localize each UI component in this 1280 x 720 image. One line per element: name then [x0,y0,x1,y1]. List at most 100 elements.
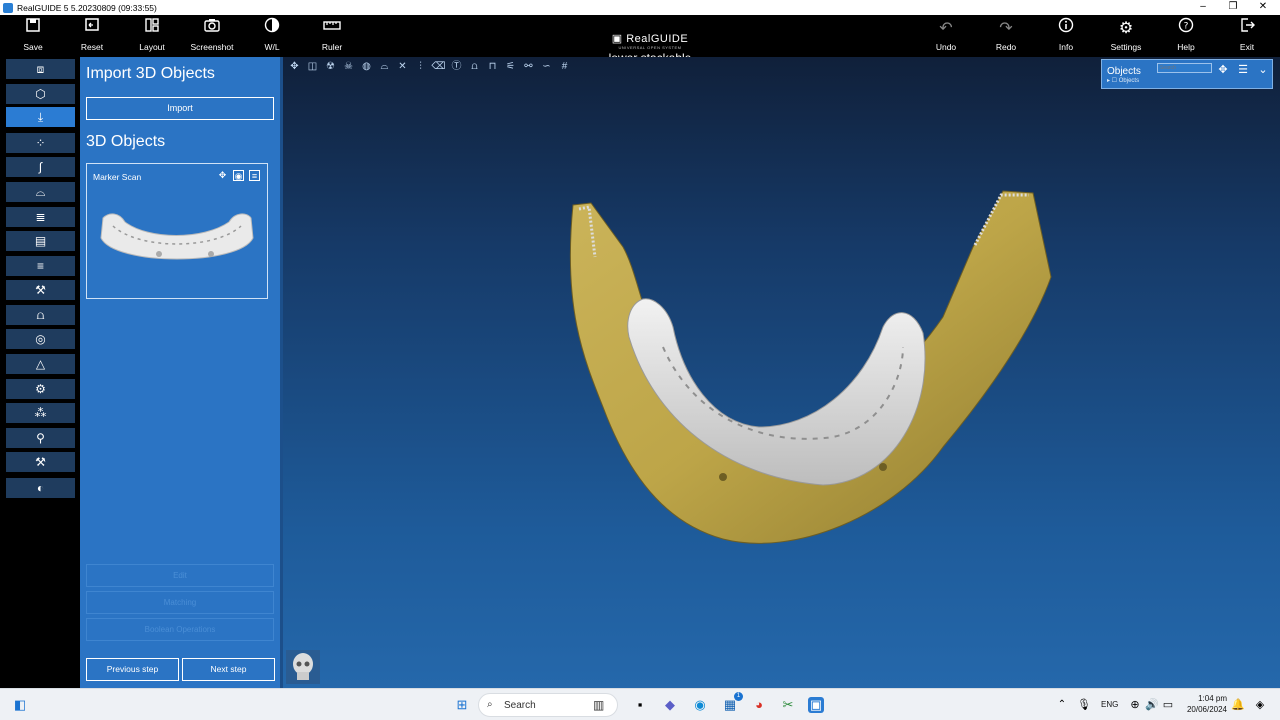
import-button[interactable]: Import [86,97,274,120]
arch-icon[interactable]: ⁘ [6,133,75,153]
matching-button[interactable]: Matching [86,591,274,614]
teeth-icon[interactable]: ◎ [6,329,75,349]
objects-heading: 3D Objects [86,133,166,150]
microphone-icon[interactable]: 🎙 [1076,697,1092,713]
chrome-icon[interactable]: ◕ [751,697,767,713]
implant-view-icon[interactable]: ⫶ [413,60,428,74]
save-button[interactable]: Save [3,15,63,57]
boolean-operations-button[interactable]: Boolean Operations [86,618,274,641]
sleeve-icon[interactable]: ⁂ [6,403,75,423]
panoramic-icon[interactable]: ∫ [6,157,75,177]
layout-icon [122,15,182,41]
import-icon[interactable]: ⤓ [6,107,75,127]
panel-title: Import 3D Objects [86,65,215,82]
camera-icon [182,15,242,41]
wand-icon[interactable]: ⚒ [6,452,75,472]
ruler-button[interactable]: Ruler [302,15,362,57]
objects-tree-root[interactable]: ▸ ☐ Objects [1107,77,1139,84]
tooth-view-icon[interactable]: ⌓ [377,60,392,74]
start-icon[interactable]: ⊞ [454,697,470,713]
tray-chevron-icon[interactable]: ⌃ [1054,697,1070,713]
object-card[interactable]: Marker Scan ✥ ◉ ≡ [86,163,268,299]
next-step-button[interactable]: Next step [182,658,275,681]
text-icon[interactable]: Ⓣ [449,60,464,74]
clock-date[interactable]: 20/06/2024 [1183,705,1227,714]
network-icon[interactable]: ⊕ [1127,697,1143,713]
tool-icon[interactable]: ⚒ [6,280,75,300]
chevron-down-icon[interactable]: ⌄ [1256,63,1270,77]
pan-icon[interactable]: ✥ [287,60,302,74]
tooth-icon[interactable]: ⌓ [6,182,75,202]
move-icon[interactable]: ✥ [217,170,228,181]
snapshot-icon[interactable]: ◫ [305,60,320,74]
curve-icon[interactable]: ⚯ [521,60,536,74]
edit-button[interactable]: Edit [86,564,274,587]
help-button[interactable]: ? Help [1156,15,1216,57]
brand-tagline: UNIVERSAL OPEN SYSTEM [618,45,682,50]
language-indicator[interactable]: ENG [1101,700,1118,709]
list-icon[interactable]: ☰ [1236,63,1250,77]
viewport-toolbar: ✥ ◫ ☢ ☠ ◍ ⌓ ✕ ⫶ ⌫ Ⓣ ⩍ ⊓ ⚟ ⚯ ∽ # [287,60,572,74]
clear-icon[interactable]: ✕ [395,60,410,74]
search-icon: ⌕ [487,699,493,710]
taskbar-search[interactable]: ⌕ Search ▥ [478,693,618,717]
globe-icon[interactable]: ◍ [359,60,374,74]
layout-button[interactable]: Layout [122,15,182,57]
grid-icon[interactable]: # [557,60,572,74]
save-icon [3,15,63,41]
export-icon[interactable]: ◐ [6,478,75,498]
sleeve-view-icon[interactable]: ⚟ [503,60,518,74]
task-view-icon[interactable]: ▪ [632,697,648,713]
store-badge: 1 [734,692,743,701]
teams-icon[interactable]: ◆ [662,697,678,713]
objects-panel: Objects ✥ ☰ ⌄ ▸ ☐ Objects [1101,59,1273,89]
report-icon[interactable]: ▤ [6,231,75,251]
wl-button[interactable]: W/L [242,15,302,57]
battery-icon[interactable]: ▭ [1160,697,1176,713]
bridge-icon[interactable]: ⊓ [485,60,500,74]
info-button[interactable]: Info [1036,15,1096,57]
reset-icon [62,15,122,41]
settings-button[interactable]: ⚙ Settings [1096,15,1156,57]
clock-time[interactable]: 1:04 pm [1183,694,1227,703]
drill-icon[interactable]: ⚲ [6,428,75,448]
gear-box-icon[interactable]: ⚙ [6,379,75,399]
realguide-taskbar-icon[interactable]: ▣ [808,697,824,713]
copilot-icon[interactable]: ◈ [1252,697,1268,713]
snipping-tool-icon[interactable]: ✂ [780,697,796,713]
object-thumbnail [100,213,254,260]
edit-list-icon[interactable]: ≡ [6,256,75,276]
3d-viewport[interactable]: ✥ ◫ ☢ ☠ ◍ ⌓ ✕ ⫶ ⌫ Ⓣ ⩍ ⊓ ⚟ ⚯ ∽ # Objects … [283,57,1280,688]
restore-button[interactable]: ❐ [1218,0,1248,15]
notification-bell-icon[interactable]: 🔔 [1230,697,1246,713]
exit-button[interactable]: Exit [1217,15,1277,57]
volume-icon[interactable]: 🔊 [1144,697,1160,713]
move-objects-icon[interactable]: ✥ [1216,63,1230,77]
app-icon [3,2,13,13]
previous-step-button[interactable]: Previous step [86,658,179,681]
minimize-button[interactable]: – [1188,0,1218,15]
guide-icon[interactable]: ⩍ [6,305,75,325]
volume-icon[interactable]: ⧈ [6,59,75,79]
desktop-icon[interactable]: ◧ [12,697,28,713]
object-icon[interactable]: ⬡ [6,84,75,104]
orientation-skull-icon[interactable] [286,650,320,684]
implant-icon[interactable]: ≣ [6,207,75,227]
crown-icon[interactable]: ⩍ [467,60,482,74]
radiation-icon[interactable]: ☢ [323,60,338,74]
close-button[interactable]: ✕ [1248,0,1278,15]
visibility-icon[interactable]: ◉ [233,170,244,181]
screenshot-button[interactable]: Screenshot [182,15,242,57]
spline-icon[interactable]: ∽ [539,60,554,74]
undo-button[interactable]: ↶ Undo [916,15,976,57]
redo-button[interactable]: ↷ Redo [976,15,1036,57]
objects-search-input[interactable] [1157,63,1212,73]
reset-button[interactable]: Reset [62,15,122,57]
undo-icon: ↶ [939,20,953,37]
menu-icon[interactable]: ≡ [249,170,260,181]
shapes-icon[interactable]: △ [6,354,75,374]
eraser-icon[interactable]: ⌫ [431,60,446,74]
object-name: Marker Scan [93,172,142,182]
edge-icon[interactable]: ◉ [692,697,708,713]
skull-icon[interactable]: ☠ [341,60,356,74]
